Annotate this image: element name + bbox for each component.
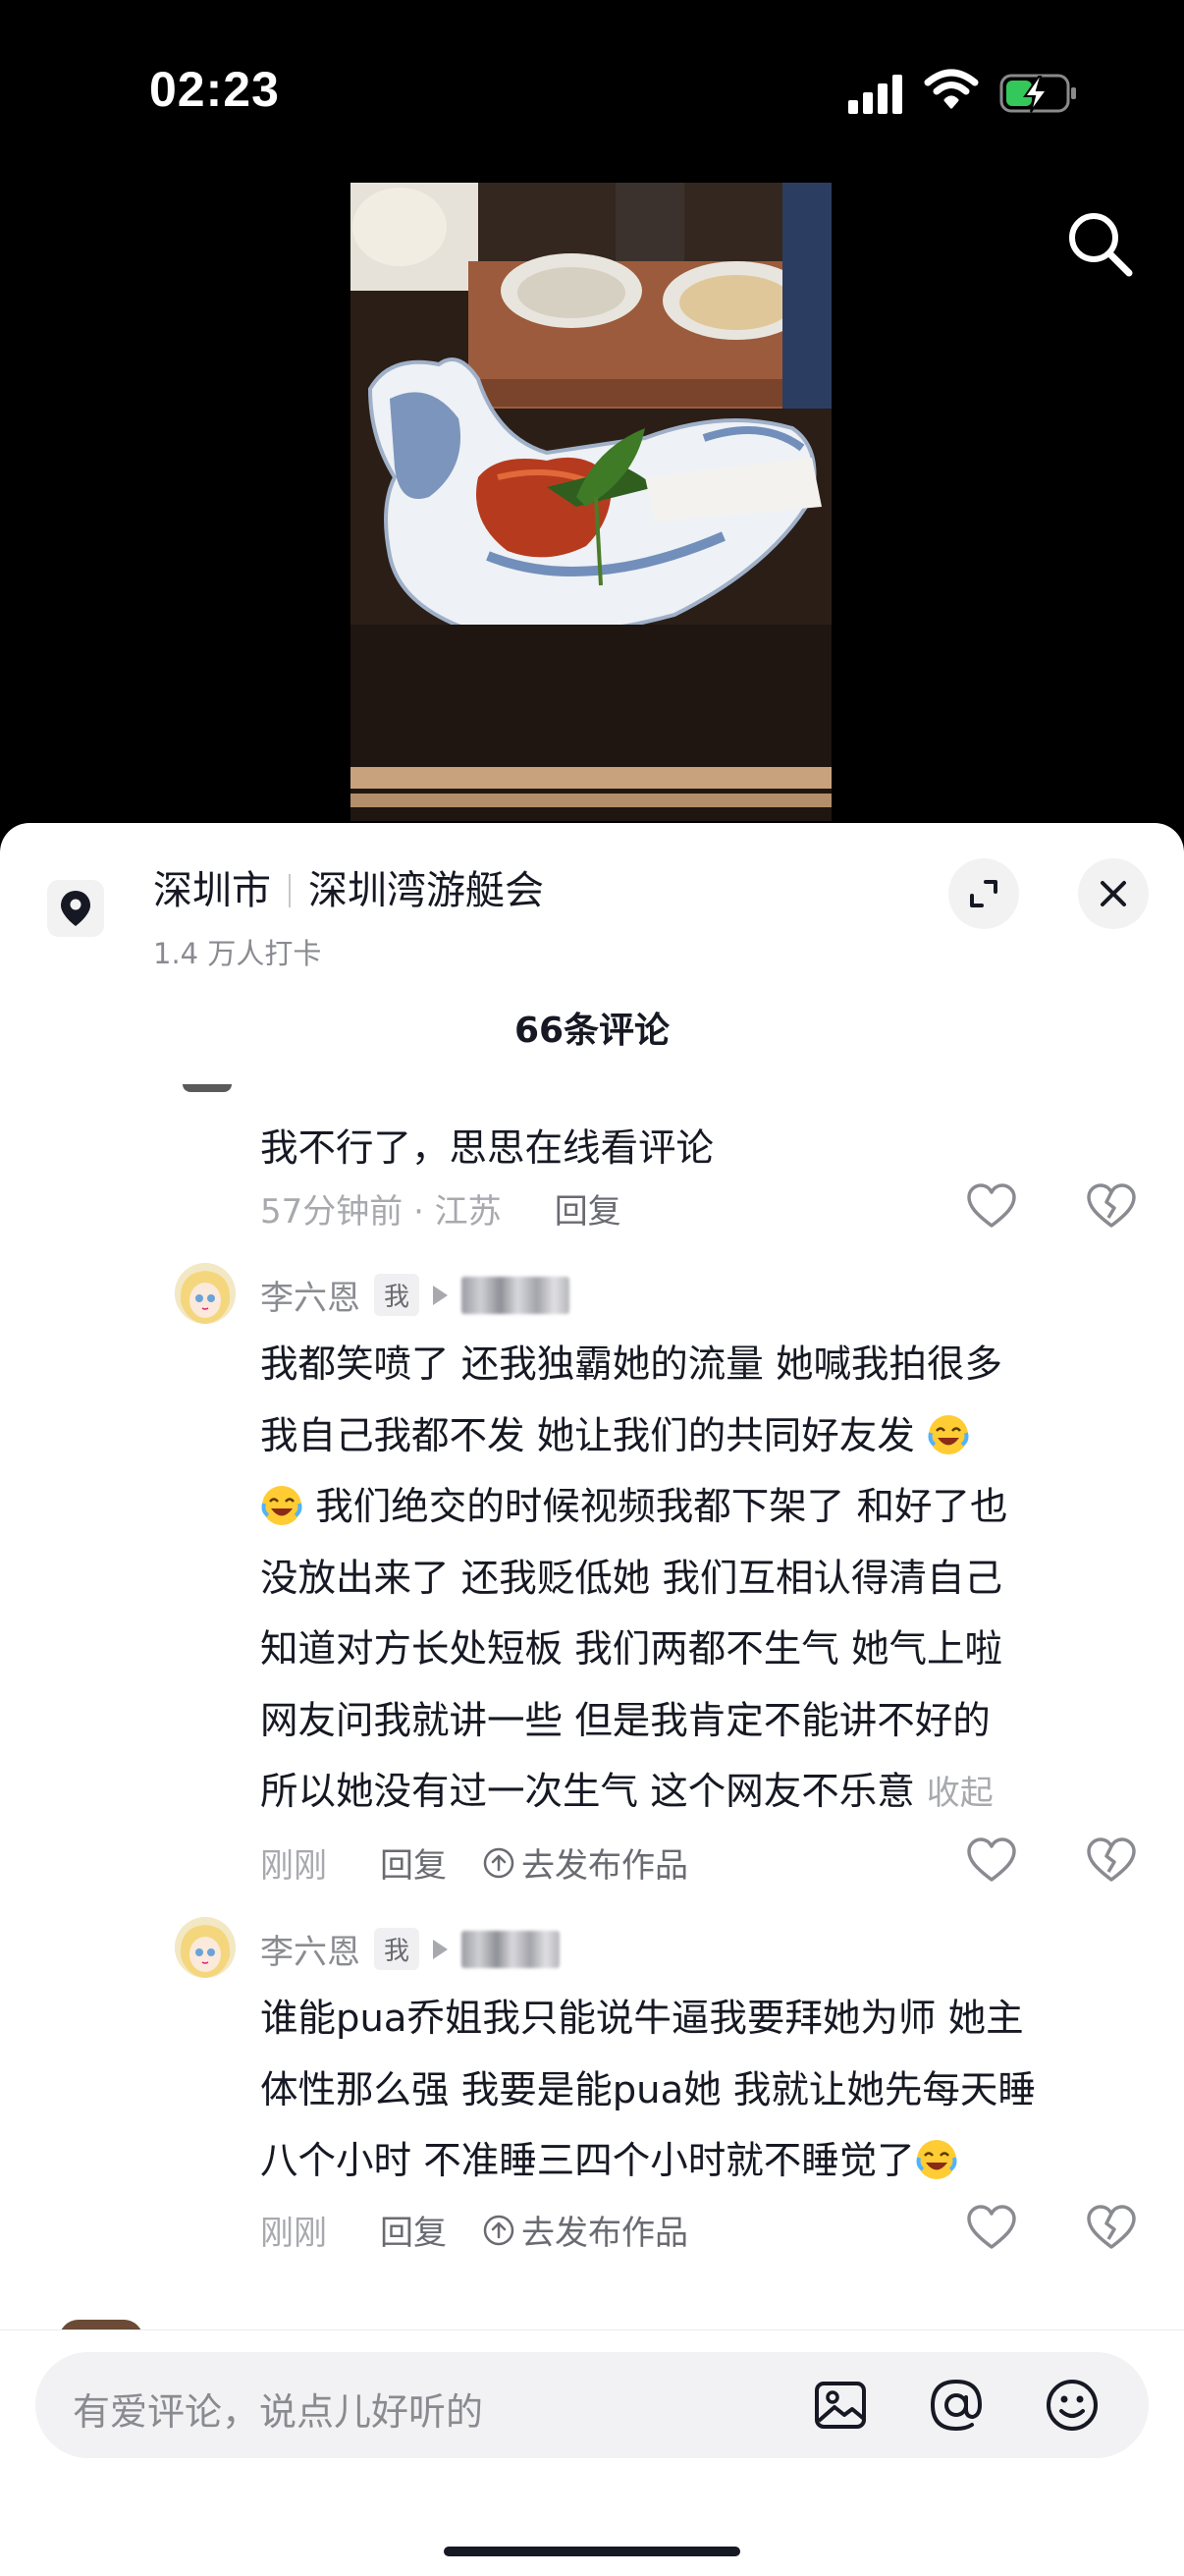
video-player[interactable] — [350, 183, 832, 821]
comment-time: 刚刚 — [260, 1846, 327, 1886]
publish-work-button[interactable]: 去发布作品 — [482, 2206, 688, 2254]
comment-author[interactable]: 李六恩 我 — [260, 1925, 561, 1973]
comment-line: 网友问我就讲一些 但是我肯定不能讲不好的 — [260, 1698, 991, 1743]
comment-meta: 57分钟前 · 江苏 回复 — [260, 1184, 621, 1233]
comment-meta: 刚刚 回复 去发布作品 — [260, 1838, 688, 1887]
comment-text: 谁能pua乔姐我只能说牛逼我要拜她为师 她主 体性那么强 我要是能pua她 我就… — [260, 1984, 1144, 2198]
reply-button[interactable]: 回复 — [380, 1838, 447, 1887]
comments-count-title: 66条评论 — [513, 1011, 671, 1051]
comment-line: 没放出来了 还我贬低她 我们互相认得清自己 — [260, 1556, 1002, 1601]
location-city: 深圳市 — [153, 868, 271, 913]
close-icon — [1101, 881, 1126, 906]
avatar-image — [175, 1263, 236, 1324]
comment-line: 我都笑喷了 还我独霸她的流量 她喊我拍很多 — [260, 1343, 1002, 1387]
publish-label: 去发布作品 — [521, 1846, 688, 1886]
reply-to-arrow-icon — [433, 1285, 449, 1305]
username[interactable]: 李六恩 — [260, 1925, 360, 1973]
comment-meta: 刚刚 回复 去发布作品 — [260, 2206, 688, 2254]
dislike-broken-heart-icon[interactable] — [1086, 1182, 1137, 1230]
location-divider — [289, 874, 291, 907]
location-pin-icon — [47, 880, 104, 937]
reply-button[interactable]: 回复 — [380, 2206, 447, 2254]
upload-circle-icon — [483, 2215, 514, 2245]
wifi-icon — [924, 69, 979, 109]
status-time: 02:23 — [149, 62, 280, 117]
me-tag: 我 — [374, 1274, 420, 1316]
like-heart-icon[interactable] — [966, 2204, 1017, 2251]
laughing-crying-emoji-icon — [916, 2140, 957, 2179]
status-bar: 02:23 — [0, 0, 1184, 187]
blurred-username — [461, 1276, 570, 1314]
location-place: 深圳湾游艇会 — [308, 868, 544, 913]
comment-line: 我自己我都不发 她让我们的共同好友发 — [260, 1401, 1144, 1473]
comment-line-text: 八个小时 不准睡三四个小时就不睡觉了 — [260, 2139, 915, 2183]
search-icon[interactable] — [1066, 210, 1135, 279]
at-mention-icon[interactable] — [927, 2376, 986, 2435]
expand-button[interactable] — [948, 858, 1019, 929]
avatar[interactable] — [175, 1917, 236, 1978]
location-checkins: 1.4 万人打卡 — [153, 937, 322, 970]
collapse-button[interactable]: 收起 — [927, 1774, 994, 1813]
comment-line: 谁能pua乔姐我只能说牛逼我要拜她为师 她主 — [260, 1997, 1024, 2041]
emoji-icon[interactable] — [1043, 2376, 1102, 2435]
comment-text: 我不行了，思思在线看评论 — [260, 1114, 1144, 1185]
comment-time: 刚刚 — [260, 2214, 327, 2253]
avatar[interactable] — [175, 1263, 236, 1324]
battery-charging-icon — [999, 74, 1076, 113]
publish-label: 去发布作品 — [521, 2214, 688, 2253]
username[interactable]: 李六恩 — [260, 1271, 360, 1319]
dislike-broken-heart-icon[interactable] — [1086, 1836, 1137, 1884]
comment-sheet: 深圳市 深圳湾游艇会 1.4 万人打卡 66条评论 我不行了，思思在线看评论 57… — [0, 823, 1184, 2575]
comment-line: 知道对方长处短板 我们两都不生气 她气上啦 — [260, 1627, 1002, 1672]
expand-icon — [970, 880, 997, 907]
avatar-image — [175, 1917, 236, 1978]
close-button[interactable] — [1078, 858, 1149, 929]
comment-line-text: 我们绝交的时候视频我都下架了 和好了也 — [315, 1485, 1008, 1529]
comment-input-placeholder: 有爱评论，说点儿好听的 — [73, 2390, 484, 2434]
home-indicator[interactable] — [444, 2547, 740, 2556]
dislike-broken-heart-icon[interactable] — [1086, 2204, 1137, 2251]
comment-line: 八个小时 不准睡三四个小时就不睡觉了 — [260, 2126, 1144, 2198]
image-icon[interactable] — [811, 2376, 870, 2435]
cellular-signal-icon — [848, 75, 902, 114]
comment-input[interactable]: 有爱评论，说点儿好听的 — [35, 2352, 1149, 2458]
comment-line: 所以她没有过一次生气 这个网友不乐意 收起 — [260, 1757, 1144, 1830]
publish-work-button[interactable]: 去发布作品 — [482, 1838, 688, 1887]
comment-input-bar: 有爱评论，说点儿好听的 — [0, 2329, 1184, 2576]
reply-button[interactable]: 回复 — [555, 1184, 621, 1233]
comment-author[interactable]: 李六恩 我 — [260, 1271, 570, 1319]
like-heart-icon[interactable] — [966, 1182, 1017, 1230]
blurred-username — [461, 1930, 561, 1968]
comment-line: 体性那么强 我要是能pua她 我就让她先每天睡 — [260, 2067, 1036, 2112]
me-tag: 我 — [374, 1928, 420, 1970]
video-frame-image — [350, 183, 832, 821]
comment-line: 我们绝交的时候视频我都下架了 和好了也 — [260, 1472, 1144, 1544]
laughing-crying-emoji-icon — [261, 1486, 302, 1525]
comment-line-text: 我自己我都不发 她让我们的共同好友发 — [260, 1413, 915, 1458]
laughing-crying-emoji-icon — [928, 1414, 969, 1454]
comment-time-location: 57分钟前 · 江苏 — [260, 1192, 502, 1232]
avatar-partial[interactable] — [183, 1084, 232, 1092]
comment-line: 我不行了，思思在线看评论 — [260, 1126, 715, 1171]
location-title[interactable]: 深圳市 深圳湾游艇会 — [153, 858, 544, 915]
reply-to-arrow-icon — [433, 1939, 449, 1959]
upload-circle-icon — [483, 1847, 514, 1878]
comment-line-text: 所以她没有过一次生气 这个网友不乐意 — [260, 1770, 915, 1814]
comment-text: 我都笑喷了 还我独霸她的流量 她喊我拍很多 我自己我都不发 她让我们的共同好友发… — [260, 1330, 1144, 1830]
like-heart-icon[interactable] — [966, 1836, 1017, 1884]
